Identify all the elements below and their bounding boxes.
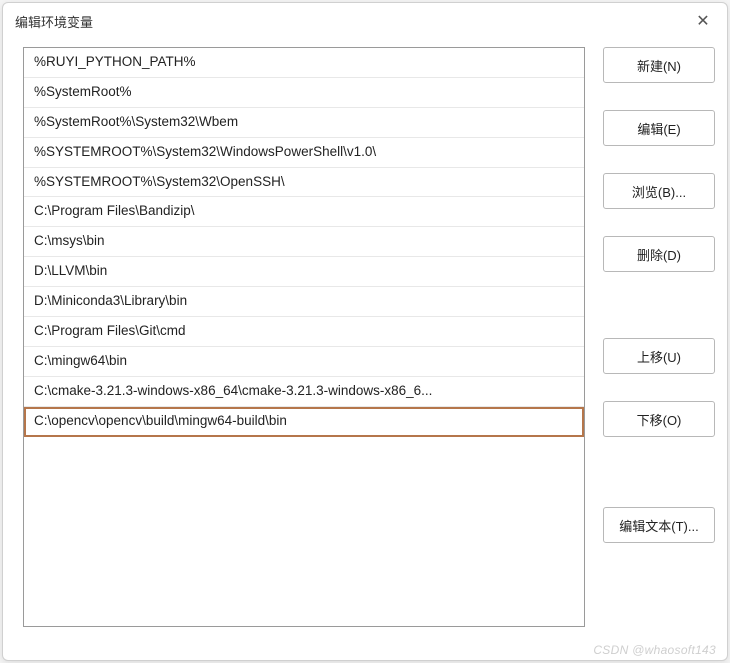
button-column: 新建(N) 编辑(E) 浏览(B)... 删除(D) 上移(U) 下移(O) 编… (603, 47, 715, 648)
browse-button[interactable]: 浏览(B)... (603, 173, 715, 209)
movedown-button[interactable]: 下移(O) (603, 401, 715, 437)
list-item[interactable]: %RUYI_PYTHON_PATH% (24, 48, 584, 78)
list-item[interactable]: %SYSTEMROOT%\System32\WindowsPowerShell\… (24, 138, 584, 168)
list-item[interactable]: C:\mingw64\bin (24, 347, 584, 377)
list-item[interactable]: C:\opencv\opencv\build\mingw64-build\bin (24, 407, 584, 437)
moveup-button[interactable]: 上移(U) (603, 338, 715, 374)
edit-button[interactable]: 编辑(E) (603, 110, 715, 146)
path-listbox[interactable]: %RUYI_PYTHON_PATH%%SystemRoot%%SystemRoo… (23, 47, 585, 627)
dialog-title: 编辑环境变量 (15, 12, 93, 31)
list-item[interactable]: %SYSTEMROOT%\System32\OpenSSH\ (24, 168, 584, 198)
list-item[interactable]: D:\LLVM\bin (24, 257, 584, 287)
list-item[interactable]: C:\Program Files\Bandizip\ (24, 197, 584, 227)
list-item[interactable]: D:\Miniconda3\Library\bin (24, 287, 584, 317)
new-button[interactable]: 新建(N) (603, 47, 715, 83)
dialog-content: %RUYI_PYTHON_PATH%%SystemRoot%%SystemRoo… (3, 39, 727, 660)
close-icon[interactable]: ✕ (691, 9, 715, 33)
list-item[interactable]: %SystemRoot%\System32\Wbem (24, 108, 584, 138)
list-item[interactable]: C:\Program Files\Git\cmd (24, 317, 584, 347)
watermark: CSDN @whaosoft143 (593, 643, 716, 657)
edit-env-var-dialog: 编辑环境变量 ✕ %RUYI_PYTHON_PATH%%SystemRoot%%… (2, 2, 728, 661)
titlebar: 编辑环境变量 ✕ (3, 3, 727, 39)
list-item[interactable]: %SystemRoot% (24, 78, 584, 108)
list-item[interactable]: C:\cmake-3.21.3-windows-x86_64\cmake-3.2… (24, 377, 584, 407)
list-item[interactable]: C:\msys\bin (24, 227, 584, 257)
delete-button[interactable]: 删除(D) (603, 236, 715, 272)
edittext-button[interactable]: 编辑文本(T)... (603, 507, 715, 543)
